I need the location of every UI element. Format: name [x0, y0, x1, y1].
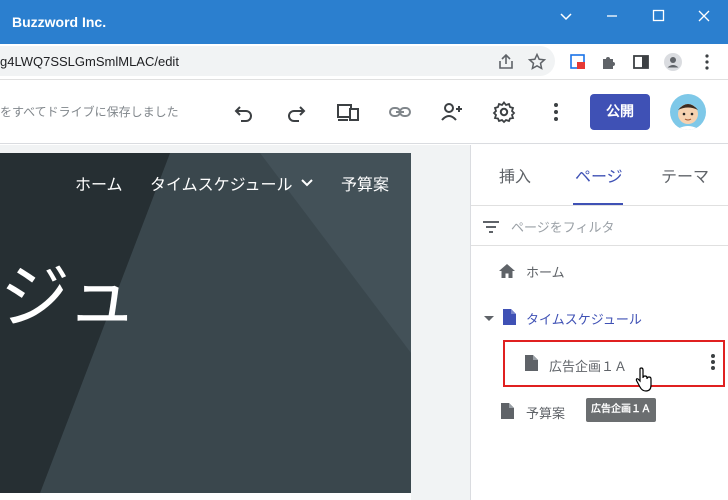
- bookmark-star-icon[interactable]: [527, 52, 547, 72]
- chevron-down-icon[interactable]: [550, 6, 582, 26]
- hand-pointer-cursor-icon: [635, 367, 652, 392]
- section-divider: [0, 493, 411, 500]
- selection-highlight: [503, 340, 725, 387]
- maximize-button[interactable]: [642, 6, 674, 26]
- nav-item-budget[interactable]: 予算案: [341, 171, 389, 195]
- page-doc-icon: [501, 403, 514, 419]
- nav-item-home[interactable]: ホーム: [75, 171, 123, 195]
- divider: [471, 205, 728, 206]
- hero-section[interactable]: ホーム タイムスケジュール 予算案 ジュ: [0, 153, 411, 493]
- publish-button[interactable]: 公開: [590, 94, 650, 130]
- side-panel-icon[interactable]: [631, 52, 651, 72]
- minimize-button[interactable]: [596, 6, 628, 26]
- home-icon: [499, 264, 515, 278]
- undo-icon[interactable]: [232, 100, 256, 124]
- redo-icon[interactable]: [284, 100, 308, 124]
- pages-panel: 挿入 ページ テーマ ページをフィルタ ホーム タイムスケジュール 広告企画１Ａ…: [470, 145, 728, 500]
- window-titlebar: Buzzword Inc.: [0, 0, 728, 44]
- url-text: g4LWQ7SSLGmSmlMLAC/edit: [0, 54, 179, 69]
- tab-pages[interactable]: ページ: [575, 163, 623, 187]
- editor-toolbar: をすべてドライブに保存しました 公開: [0, 80, 728, 144]
- preview-devices-icon[interactable]: [336, 100, 360, 124]
- settings-gear-icon[interactable]: [492, 100, 516, 124]
- page-filter-input[interactable]: ページをフィルタ: [511, 217, 614, 236]
- share-person-add-icon[interactable]: [440, 100, 464, 124]
- more-vert-icon[interactable]: [544, 100, 568, 124]
- profile-icon[interactable]: [663, 52, 683, 72]
- page-item-home[interactable]: ホーム: [526, 262, 565, 281]
- window-title: Buzzword Inc.: [12, 14, 107, 30]
- extensions-puzzle-icon[interactable]: [599, 52, 619, 72]
- hero-title: ジュ: [0, 256, 140, 338]
- tab-themes[interactable]: テーマ: [661, 163, 709, 187]
- save-status: をすべてドライブに保存しました: [0, 105, 179, 119]
- page-doc-icon: [503, 309, 516, 325]
- tooltip: 広告企画１Ａ: [586, 398, 656, 422]
- site-canvas: ホーム タイムスケジュール 予算案 ジュ: [0, 145, 470, 500]
- filter-icon: [483, 221, 499, 233]
- page-item-schedule[interactable]: タイムスケジュール: [526, 309, 642, 328]
- avatar[interactable]: [670, 94, 706, 130]
- chevron-down-icon[interactable]: [300, 177, 314, 189]
- tab-insert[interactable]: 挿入: [499, 163, 531, 187]
- share-icon[interactable]: [496, 52, 516, 72]
- extension-screenshot-icon[interactable]: [568, 52, 588, 72]
- browser-address-row: g4LWQ7SSLGmSmlMLAC/edit: [0, 44, 728, 80]
- browser-menu-icon[interactable]: [697, 52, 717, 72]
- page-item-budget[interactable]: 予算案: [526, 403, 565, 422]
- close-button[interactable]: [688, 6, 720, 26]
- divider: [471, 245, 728, 246]
- caret-down-icon[interactable]: [479, 309, 499, 329]
- link-icon[interactable]: [388, 100, 412, 124]
- nav-item-schedule[interactable]: タイムスケジュール: [150, 171, 293, 195]
- address-bar[interactable]: g4LWQ7SSLGmSmlMLAC/edit: [0, 46, 555, 76]
